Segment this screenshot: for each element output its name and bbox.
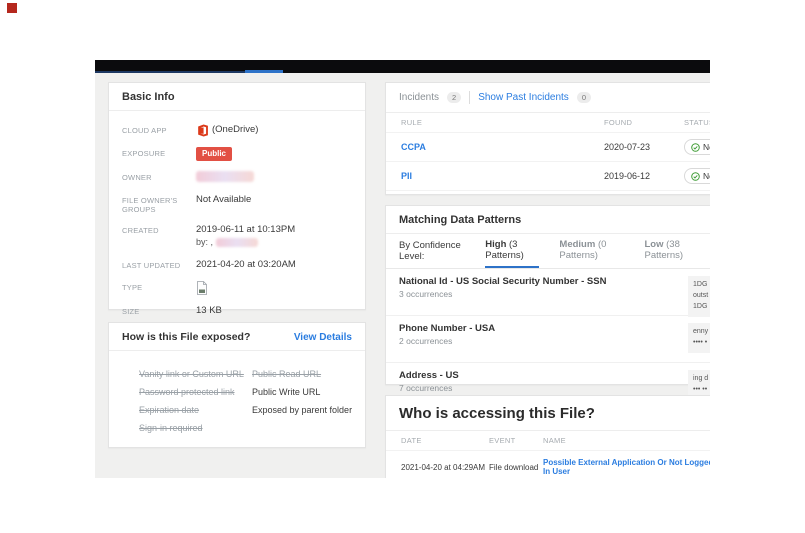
exposure-option-parent-folder: Exposed by parent folder (252, 401, 355, 419)
status-dropdown-button[interactable]: New (684, 168, 710, 184)
pattern-snippet-box: enny •••• • (688, 323, 710, 353)
matching-data-patterns-panel: Matching Data Patterns By Confidence Lev… (385, 205, 710, 385)
file-owners-groups-label: FILE OWNER'S GROUPS (122, 194, 196, 214)
incident-found-date: 2019-06-12 (604, 171, 684, 181)
tab-low-label: Low (645, 239, 664, 250)
check-circle-icon (691, 143, 700, 152)
file-type-icon (196, 281, 208, 295)
view-details-link[interactable]: View Details (294, 332, 352, 343)
incidents-col-found: FOUND (604, 118, 684, 127)
access-event: File download (489, 463, 543, 472)
status-value: New (703, 142, 710, 152)
snippet-line: outst (693, 291, 710, 302)
incidents-panel: Incidents 2 Show Past Incidents 0 RULE F… (385, 82, 710, 195)
last-updated-value: 2021-04-20 at 03:20AM (196, 259, 296, 271)
pattern-name: National Id - US Social Security Number … (399, 276, 701, 287)
created-row: CREATED 2019-06-11 at 10:13PM by: , (122, 224, 352, 249)
size-label: SIZE (122, 305, 196, 317)
incidents-col-status: STATUS (684, 118, 710, 127)
basic-info-panel: Basic Info CLOUD APP (OneDrive) (108, 82, 366, 310)
type-label: TYPE (122, 281, 196, 295)
pattern-row-phone: Phone Number - USA 2 occurrences enny ••… (386, 316, 710, 363)
exposure-option-expiration-date: Expiration date (139, 401, 252, 419)
incident-row-pii: PII 2019-06-12 New (386, 162, 710, 191)
snippet-line: ing d (693, 374, 710, 385)
file-exposure-panel: How is this File exposed? View Details V… (108, 322, 366, 448)
past-incidents-count-badge: 0 (577, 92, 591, 103)
created-label: CREATED (122, 224, 196, 249)
access-name-link[interactable]: Possible External Application Or Not Log… (543, 458, 710, 476)
access-col-date: DATE (401, 436, 489, 445)
screenshot-stage: Basic Info CLOUD APP (OneDrive) (0, 0, 805, 533)
file-exposure-title: How is this File exposed? (122, 331, 250, 343)
cloud-app-row: CLOUD APP (OneDrive) (122, 124, 352, 137)
owner-redacted-value (196, 171, 254, 182)
access-col-event: EVENT (489, 436, 543, 445)
exposure-option-sign-in-required: Sign-in required (139, 419, 252, 437)
status-dropdown-button[interactable]: New (684, 139, 710, 155)
exposure-row: EXPOSURE Public (122, 147, 352, 161)
cloud-app-label: CLOUD APP (122, 124, 196, 137)
onedrive-icon (196, 124, 209, 137)
owner-label: OWNER (122, 171, 196, 183)
recording-marker (7, 3, 17, 13)
size-value: 13 KB (196, 305, 222, 317)
created-value: 2019-06-11 at 10:13PM (196, 224, 295, 236)
type-row: TYPE (122, 281, 352, 295)
tab-high-label: High (485, 239, 506, 250)
tab-medium-label: Medium (559, 239, 595, 250)
incidents-count-badge: 2 (447, 92, 461, 103)
browser-top-bar (95, 60, 710, 73)
snippet-line: 1DG (693, 280, 710, 291)
check-circle-icon (691, 172, 700, 181)
access-col-name: NAME (543, 436, 710, 445)
pattern-occurrences: 2 occurrences (399, 336, 701, 346)
pattern-occurrences: 7 occurrences (399, 383, 701, 393)
exposure-option-password-link: Password protected link (139, 383, 252, 401)
exposure-option-public-write-url: Public Write URL (252, 383, 355, 401)
pattern-name: Phone Number - USA (399, 323, 701, 334)
file-owners-groups-row: FILE OWNER'S GROUPS Not Available (122, 194, 352, 214)
access-row: 2021-04-20 at 04:29AM File download Poss… (386, 451, 710, 478)
file-access-panel: Who is accessing this File? DATE EVENT N… (385, 395, 710, 478)
created-by-prefix: by: , (196, 237, 213, 249)
incident-row-ccpa: CCPA 2020-07-23 New (386, 133, 710, 162)
last-updated-label: LAST UPDATED (122, 259, 196, 271)
owner-row: OWNER (122, 171, 352, 183)
size-row: SIZE 13 KB (122, 305, 352, 317)
created-by-redacted-value (216, 238, 258, 247)
pattern-row-ssn: National Id - US Social Security Number … (386, 269, 710, 316)
snippet-line: 1DG (693, 302, 710, 313)
rule-link-ccpa[interactable]: CCPA (401, 142, 604, 152)
exposure-option-vanity-link: Vanity link or Custom URL (139, 365, 252, 383)
exposure-label: EXPOSURE (122, 147, 196, 161)
status-value: New (703, 171, 710, 181)
access-date: 2021-04-20 at 04:29AM (401, 463, 489, 472)
exposure-option-public-read-url: Public Read URL (252, 365, 355, 383)
pattern-occurrences: 3 occurrences (399, 289, 701, 299)
tab-divider (469, 91, 470, 104)
tab-confidence-medium[interactable]: Medium (0 Patterns) (559, 239, 624, 268)
snippet-line: enny (693, 327, 710, 338)
matching-data-patterns-title: Matching Data Patterns (386, 206, 710, 234)
file-access-title: Who is accessing this File? (386, 396, 710, 431)
snippet-line: •••• • (693, 338, 710, 349)
incident-found-date: 2020-07-23 (604, 142, 684, 152)
tab-confidence-low[interactable]: Low (38 Patterns) (645, 239, 702, 268)
public-exposure-badge: Public (196, 147, 232, 161)
rule-link-pii[interactable]: PII (401, 171, 604, 181)
tab-confidence-high[interactable]: High (3 Patterns) (485, 239, 539, 268)
tab-show-past-incidents[interactable]: Show Past Incidents (478, 92, 569, 103)
file-detail-content: Basic Info CLOUD APP (OneDrive) (95, 73, 710, 478)
tab-incidents[interactable]: Incidents (399, 92, 439, 103)
incidents-col-rule: RULE (401, 118, 604, 127)
confidence-level-label: By Confidence Level: (399, 240, 465, 268)
pattern-snippet-box: 1DG outst 1DG (688, 276, 710, 317)
file-owners-groups-value: Not Available (196, 194, 251, 214)
cloud-app-value: (OneDrive) (212, 124, 258, 136)
basic-info-title: Basic Info (109, 83, 365, 111)
pattern-name: Address - US (399, 370, 701, 381)
last-updated-row: LAST UPDATED 2021-04-20 at 03:20AM (122, 259, 352, 271)
